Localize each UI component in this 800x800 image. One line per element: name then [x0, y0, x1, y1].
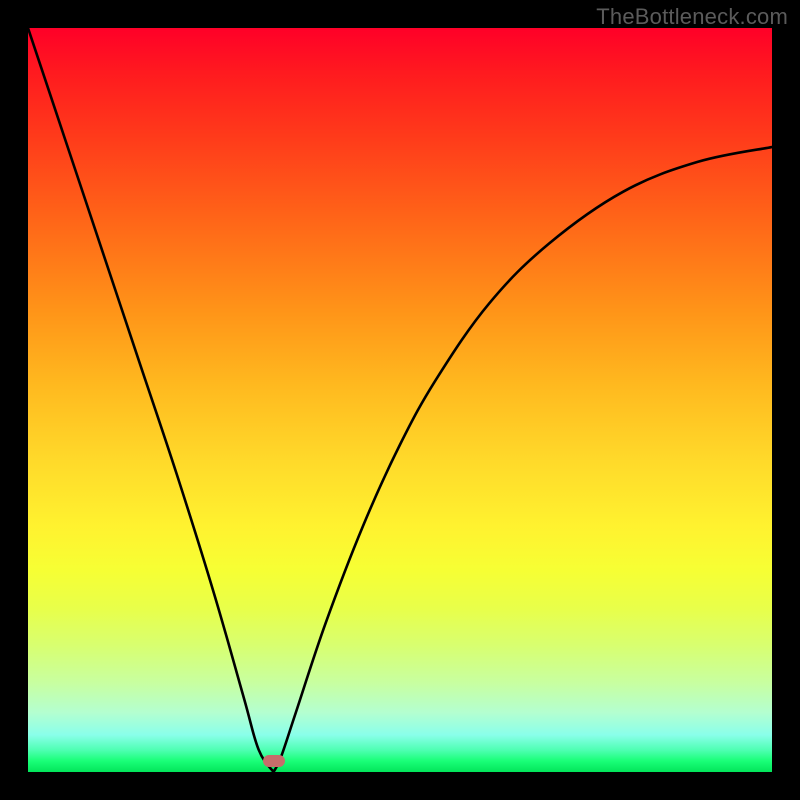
bottleneck-curve: [28, 28, 772, 772]
plot-area: [28, 28, 772, 772]
minimum-marker: [263, 755, 285, 767]
chart-frame: TheBottleneck.com: [0, 0, 800, 800]
watermark-text: TheBottleneck.com: [596, 4, 788, 30]
chart-svg: [28, 28, 772, 772]
